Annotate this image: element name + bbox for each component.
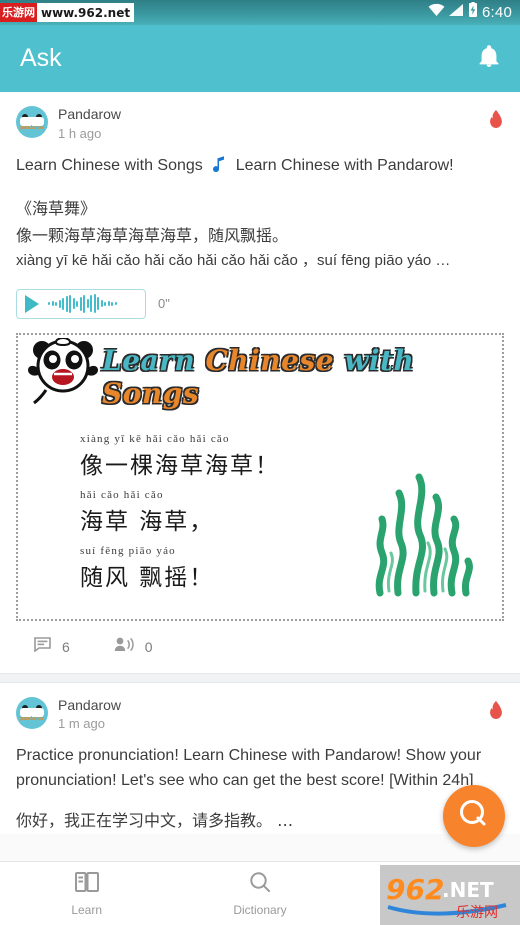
lyric-pinyin: xiàng yī kē hǎi cǎo hǎi cǎo bbox=[80, 432, 230, 445]
status-bar: 乐游网 www.962.net 6:40 bbox=[0, 0, 520, 25]
post-timestamp: 1 m ago bbox=[58, 716, 105, 732]
lyric-pinyin: suí fēng piāo yáo bbox=[80, 544, 176, 557]
audio-duration: 0" bbox=[158, 296, 170, 312]
watermark-badge: 乐游网 bbox=[0, 3, 37, 22]
audio-play-control[interactable] bbox=[16, 288, 146, 319]
post-chinese-line: 像一颗海草海草海草海草，随风飘摇。 bbox=[16, 226, 289, 246]
panda-mascot-icon bbox=[26, 337, 100, 415]
voice-reply-icon bbox=[114, 637, 134, 657]
image-banner: Learn Chinese with Songs bbox=[18, 335, 502, 413]
banner-title: Learn Chinese with Songs bbox=[102, 343, 415, 410]
flame-icon bbox=[488, 700, 504, 719]
bell-icon[interactable] bbox=[478, 44, 500, 73]
post-header: pandarow Pandarow 1 h ago bbox=[16, 106, 504, 142]
lyric-pinyin: hǎi cǎo hǎi cǎo bbox=[80, 488, 164, 501]
status-time: 6:40 bbox=[482, 4, 512, 21]
watermark-url: www.962.net bbox=[41, 5, 131, 20]
status-icons: 6:40 bbox=[428, 2, 512, 23]
post-timestamp: 1 h ago bbox=[58, 125, 102, 141]
play-icon[interactable] bbox=[25, 294, 39, 313]
app-bar: Ask bbox=[0, 25, 520, 92]
nav-label-dictionary: Dictionary bbox=[233, 902, 287, 917]
page-title: Ask bbox=[20, 44, 62, 72]
question-icon bbox=[457, 797, 491, 836]
post-stats: 6 0 bbox=[16, 621, 504, 673]
post-item[interactable]: pandarow Pandarow 1 h ago Learn Chinese … bbox=[0, 92, 520, 673]
site-watermark-logo: 962 .NET 乐游网 bbox=[380, 865, 520, 925]
voice-stat[interactable]: 0 bbox=[114, 637, 153, 657]
post-body-english: Learn Chinese with Songs Learn Chinese w… bbox=[16, 154, 504, 182]
signal-icon bbox=[449, 3, 464, 22]
post-text-part2: Learn Chinese with Pandarow! bbox=[235, 156, 454, 174]
post-chinese-line: 你好，我正在学习中文，请多指教。 … bbox=[16, 811, 294, 831]
post-author-block: Pandarow 1 h ago bbox=[58, 106, 121, 142]
avatar-brand-text: pandarow bbox=[20, 715, 44, 722]
nav-item-learn[interactable]: Learn bbox=[0, 871, 173, 917]
lyric-chinese: 随风 飘摇！ bbox=[80, 564, 215, 591]
avatar-brand-text: pandarow bbox=[20, 125, 44, 131]
comment-count: 6 bbox=[62, 638, 70, 655]
lyric-chinese: 海草 海草， bbox=[80, 508, 215, 535]
book-icon bbox=[74, 871, 99, 898]
post-item[interactable]: pandarow Pandarow 1 m ago Practice pronu… bbox=[0, 682, 520, 834]
post-text-part1: Learn Chinese with Songs bbox=[16, 156, 203, 174]
ask-question-fab[interactable] bbox=[443, 785, 505, 847]
post-pinyin-line: xiàng yī kē hǎi cǎo hǎi cǎo hǎi cǎo hǎi … bbox=[16, 251, 451, 269]
nav-item-dictionary[interactable]: Dictionary bbox=[173, 871, 346, 917]
comment-stat[interactable]: 6 bbox=[34, 636, 70, 657]
music-note-icon bbox=[210, 155, 228, 182]
avatar[interactable]: pandarow bbox=[16, 106, 48, 138]
post-image-card[interactable]: Learn Chinese with Songs xiàng yī kē hǎi… bbox=[16, 332, 504, 621]
svg-text:.NET: .NET bbox=[442, 878, 494, 902]
image-lyrics: xiàng yī kē hǎi cǎo hǎi cǎo 像一棵海草海草！ hǎi… bbox=[80, 433, 280, 601]
post-body-english: Practice pronunciation! Learn Chinese wi… bbox=[16, 747, 482, 790]
post-author-name: Pandarow bbox=[58, 696, 122, 713]
lyric-chinese: 像一棵海草海草！ bbox=[80, 452, 280, 479]
audio-player[interactable]: 0" bbox=[16, 288, 504, 319]
post-divider bbox=[0, 672, 520, 683]
nav-label-learn: Learn bbox=[71, 902, 103, 917]
voice-count: 0 bbox=[144, 638, 153, 655]
bottom-navigation[interactable]: Learn Dictionary Ask 962 .NET 乐游网 bbox=[0, 861, 520, 925]
svg-text:962: 962 bbox=[386, 873, 444, 906]
comment-icon bbox=[34, 636, 51, 657]
post-author-block: Pandarow 1 m ago bbox=[58, 697, 121, 733]
post-song-title: 《海草舞》 bbox=[16, 198, 97, 218]
seaweed-icon bbox=[358, 427, 478, 602]
wifi-icon bbox=[428, 3, 445, 22]
search-icon bbox=[248, 871, 272, 898]
svg-text:乐游网: 乐游网 bbox=[456, 905, 498, 921]
post-header: pandarow Pandarow 1 m ago bbox=[16, 696, 504, 733]
site-watermark: 乐游网 www.962.net bbox=[0, 3, 135, 22]
post-author-name: Pandarow bbox=[58, 106, 122, 122]
flame-icon bbox=[488, 110, 504, 128]
avatar[interactable]: pandarow bbox=[16, 696, 48, 729]
battery-charging-icon bbox=[468, 2, 478, 23]
post-feed[interactable]: pandarow Pandarow 1 h ago Learn Chinese … bbox=[0, 92, 520, 862]
waveform-icon bbox=[48, 294, 117, 314]
